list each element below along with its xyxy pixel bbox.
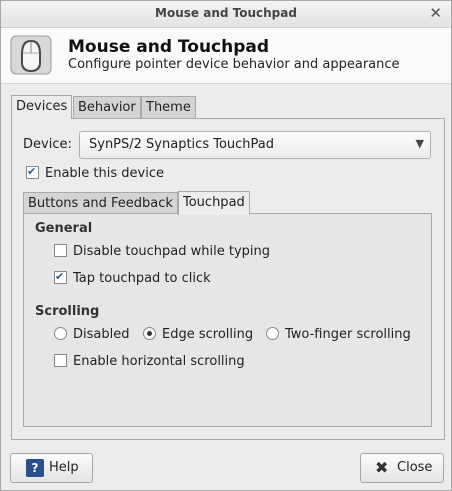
chevron-down-icon: ▼ <box>415 137 424 150</box>
tap-to-click-checkbox[interactable]: Tap touchpad to click <box>54 269 211 287</box>
mouse-icon <box>10 35 52 75</box>
close-button[interactable]: ✖ Close <box>360 453 444 483</box>
close-icon: ✖ <box>375 458 389 477</box>
close-button-label: Close <box>397 460 433 475</box>
checkbox-icon <box>26 164 39 180</box>
scrolling-section-title: Scrolling <box>35 304 100 319</box>
enable-device-checkbox[interactable]: Enable this device <box>26 164 164 182</box>
header-title: Mouse and Touchpad <box>68 37 270 57</box>
horizontal-scrolling-checkbox[interactable]: Enable horizontal scrolling <box>54 354 245 370</box>
tab-buttons-feedback[interactable]: Buttons and Feedback <box>23 192 178 214</box>
help-button[interactable]: ? Help <box>10 453 93 483</box>
tap-to-click-label: Tap touchpad to click <box>73 271 211 286</box>
tab-touchpad[interactable]: Touchpad <box>178 191 250 215</box>
scroll-disabled-label: Disabled <box>73 327 130 342</box>
edge-scrolling-label: Edge scrolling <box>162 327 254 342</box>
scroll-disabled-radio[interactable]: Disabled <box>54 327 129 343</box>
two-finger-scrolling-label: Two-finger scrolling <box>285 327 411 342</box>
radio-icon <box>143 327 156 340</box>
radio-icon <box>54 327 67 340</box>
help-icon: ? <box>26 459 44 477</box>
header-subtitle: Configure pointer device behavior and ap… <box>68 57 400 72</box>
dialog-header: Mouse and Touchpad Configure pointer dev… <box>1 28 451 84</box>
tab-behavior[interactable]: Behavior <box>73 96 141 118</box>
device-select[interactable]: SynPS/2 Synaptics TouchPad ▼ <box>79 131 431 159</box>
checkbox-icon <box>54 269 67 285</box>
radio-icon <box>266 327 279 340</box>
help-button-label: Help <box>49 460 79 475</box>
general-section-title: General <box>35 221 93 236</box>
disable-while-typing-checkbox[interactable]: Disable touchpad while typing <box>54 244 270 260</box>
device-select-value: SynPS/2 Synaptics TouchPad <box>89 137 275 152</box>
mouse-touchpad-window: Mouse and Touchpad ✕ Mouse and Touchpad … <box>0 0 452 491</box>
two-finger-scrolling-radio[interactable]: Two-finger scrolling <box>266 327 411 343</box>
horizontal-scrolling-label: Enable horizontal scrolling <box>73 354 245 369</box>
edge-scrolling-radio[interactable]: Edge scrolling <box>143 327 253 343</box>
tab-devices[interactable]: Devices <box>11 95 73 119</box>
checkbox-icon <box>54 354 67 367</box>
disable-while-typing-label: Disable touchpad while typing <box>73 244 271 259</box>
window-title: Mouse and Touchpad <box>155 6 297 20</box>
tab-theme[interactable]: Theme <box>141 96 196 118</box>
checkbox-icon <box>54 244 67 257</box>
titlebar[interactable]: Mouse and Touchpad ✕ <box>1 1 451 28</box>
enable-device-label: Enable this device <box>45 166 164 181</box>
window-close-icon[interactable]: ✕ <box>429 4 442 22</box>
device-label: Device: <box>23 137 72 152</box>
